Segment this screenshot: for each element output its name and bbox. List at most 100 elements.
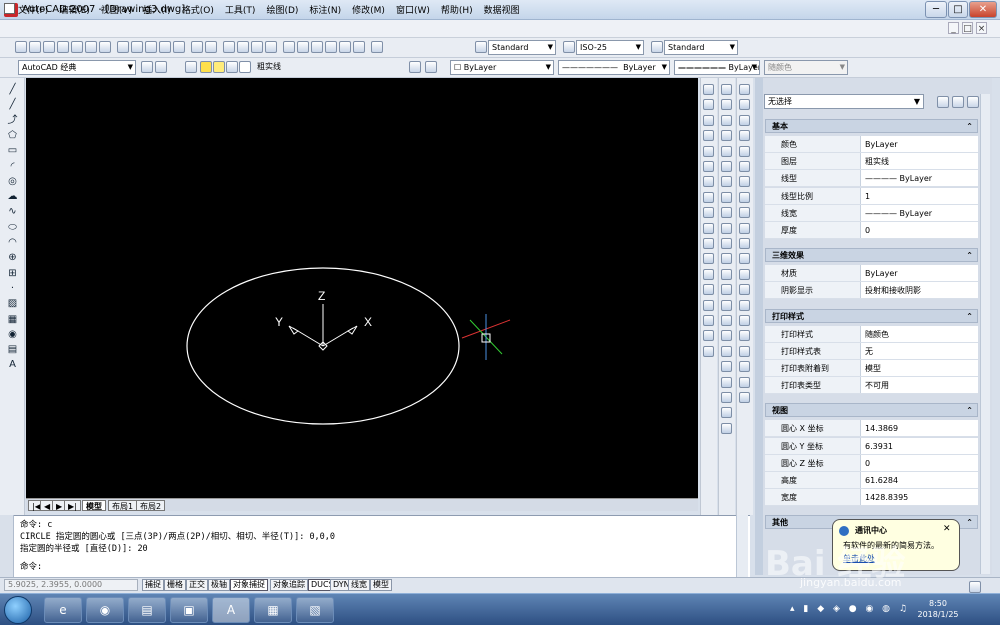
3d-tool-icon[interactable] [739, 238, 750, 249]
help-icon[interactable] [371, 41, 383, 53]
modify-tool-icon[interactable] [703, 99, 714, 111]
calculator-icon[interactable] [353, 41, 365, 53]
modify-tool-icon[interactable] [703, 268, 714, 280]
coordinate-display[interactable]: 5.9025, 2.3955, 0.0000 [4, 579, 138, 591]
3d-tool-icon[interactable] [739, 299, 750, 311]
dimension-tool-icon[interactable] [721, 253, 732, 265]
modify-tool-icon[interactable] [703, 315, 714, 326]
doc-minimize-button[interactable]: _ [948, 22, 959, 34]
dimension-tool-icon[interactable] [721, 330, 732, 342]
dimension-tool-icon[interactable] [721, 284, 732, 296]
collapse-chevron-icon[interactable]: ⌃ [966, 249, 973, 263]
property-value[interactable]: 1428.8395 [865, 489, 908, 506]
collapse-chevron-icon[interactable]: ⌃ [966, 516, 973, 530]
spline-icon[interactable]: ∿ [7, 206, 18, 217]
new-icon[interactable] [15, 41, 27, 53]
menu-dataview[interactable]: 数据视图 [484, 3, 520, 16]
3d-tool-icon[interactable] [739, 114, 750, 126]
workspace-select[interactable]: AutoCAD 经典 ▼ [18, 60, 136, 75]
collapse-chevron-icon[interactable]: ⌃ [966, 310, 973, 324]
plot-preview-icon[interactable] [71, 41, 83, 53]
rectangle-icon[interactable]: ▭ [7, 145, 18, 156]
menu-format[interactable]: 格式(O) [182, 3, 214, 16]
3d-tool-icon[interactable] [739, 253, 750, 265]
drawing-canvas[interactable]: Z Y X [26, 78, 698, 498]
folder-taskbar-icon[interactable]: ▣ [170, 597, 208, 623]
linetype-select[interactable]: ——————— ByLayer ▼ [558, 60, 670, 75]
dimension-tool-icon[interactable] [721, 145, 732, 157]
pan-icon[interactable] [223, 41, 235, 53]
dimension-tool-icon[interactable] [721, 191, 732, 203]
property-value[interactable]: ByLayer [865, 136, 898, 153]
property-row[interactable]: 线宽 ———— ByLayer [765, 204, 978, 222]
dimension-tool-icon[interactable] [721, 345, 732, 357]
property-row[interactable]: 线型比例 1 [765, 187, 978, 205]
property-value[interactable]: 0 [865, 455, 870, 472]
status-toggle-button[interactable]: 捕捉 [142, 579, 164, 591]
copy-icon[interactable] [131, 41, 143, 53]
status-toggle-button[interactable]: 极轴 [208, 579, 230, 591]
dimension-tool-icon[interactable] [721, 422, 732, 434]
explorer-taskbar-icon[interactable]: ▤ [128, 597, 166, 623]
circle-icon[interactable]: ◎ [7, 176, 18, 187]
3d-tool-icon[interactable] [739, 376, 750, 388]
modify-tool-icon[interactable] [703, 191, 714, 203]
3d-tool-icon[interactable] [739, 361, 750, 373]
menu-edit[interactable]: 编辑(E) [59, 3, 90, 16]
minimize-button[interactable]: ─ [925, 1, 947, 18]
property-row[interactable]: 阴影显示 投射和接收阴影 [765, 282, 978, 300]
3d-tool-icon[interactable] [739, 222, 750, 234]
layer-select[interactable]: 粗实线▼ [254, 60, 420, 75]
modify-tool-icon[interactable] [703, 114, 714, 126]
3d-tool-icon[interactable] [739, 345, 750, 357]
property-value[interactable]: 0 [865, 222, 870, 239]
property-row[interactable]: 圆心 Z 坐标 0 [765, 454, 978, 472]
property-value[interactable]: 随颜色 [865, 326, 889, 343]
table-style-select[interactable]: Standard ▼ [664, 40, 738, 55]
autocad-taskbar-icon[interactable]: A [212, 597, 250, 623]
dimension-tool-icon[interactable] [721, 114, 732, 126]
point-icon[interactable]: · [7, 283, 18, 294]
property-row[interactable]: 圆心 X 坐标 14.3869 [765, 420, 978, 438]
property-value[interactable]: 6.3931 [865, 438, 893, 455]
dimension-tool-icon[interactable] [721, 84, 732, 95]
zoom-window-icon[interactable] [251, 41, 263, 53]
color-select[interactable]: ☐ ByLayer ▼ [450, 60, 554, 75]
property-section-header[interactable]: 视图 ⌃ [765, 403, 978, 418]
maximize-button[interactable]: □ [948, 1, 968, 18]
dimension-tool-icon[interactable] [721, 99, 732, 111]
modify-tool-icon[interactable] [703, 207, 714, 219]
modify-tool-icon[interactable] [703, 330, 714, 342]
tab-nav-last[interactable]: ▶| [64, 500, 81, 511]
redo-icon[interactable] [205, 41, 217, 53]
system-clock[interactable]: 8:50 2018/1/25 [908, 598, 968, 620]
status-toggle-button[interactable]: 模型 [370, 579, 392, 591]
balloon-close-icon[interactable]: ✕ [943, 524, 951, 534]
3d-dwf-icon[interactable] [99, 41, 111, 53]
undo-icon[interactable] [191, 41, 203, 53]
3d-tool-icon[interactable] [739, 99, 750, 111]
property-row[interactable]: 材质 ByLayer [765, 265, 978, 283]
text-style-icon[interactable] [475, 41, 487, 53]
print-icon[interactable] [57, 41, 69, 53]
match-properties-icon[interactable] [159, 41, 171, 53]
command-prompt[interactable]: 命令: [20, 562, 42, 573]
layer-freeze-icon[interactable] [213, 61, 225, 73]
zoom-realtime-icon[interactable] [237, 41, 249, 53]
dimension-tool-icon[interactable] [721, 407, 732, 419]
3d-tool-icon[interactable] [739, 176, 750, 188]
dimension-tool-icon[interactable] [721, 207, 732, 219]
status-toggle-button[interactable]: 对象追踪 [270, 579, 308, 591]
dimension-tool-icon[interactable] [721, 299, 732, 311]
property-section-header[interactable]: 打印样式 ⌃ [765, 308, 978, 324]
modify-tool-icon[interactable] [703, 130, 714, 142]
ellipse-arc-icon[interactable]: ◠ [7, 237, 18, 248]
modify-tool-icon[interactable] [703, 161, 714, 172]
3d-tool-icon[interactable] [739, 191, 750, 203]
polygon-icon[interactable]: ⬠ [7, 130, 18, 141]
property-value[interactable]: 61.6284 [865, 472, 898, 489]
layer-lock-icon[interactable] [226, 61, 238, 73]
dimension-tool-icon[interactable] [721, 376, 732, 388]
property-section-header[interactable]: 基本 ⌃ [765, 119, 978, 133]
property-row[interactable]: 打印表类型 不可用 [765, 377, 978, 395]
